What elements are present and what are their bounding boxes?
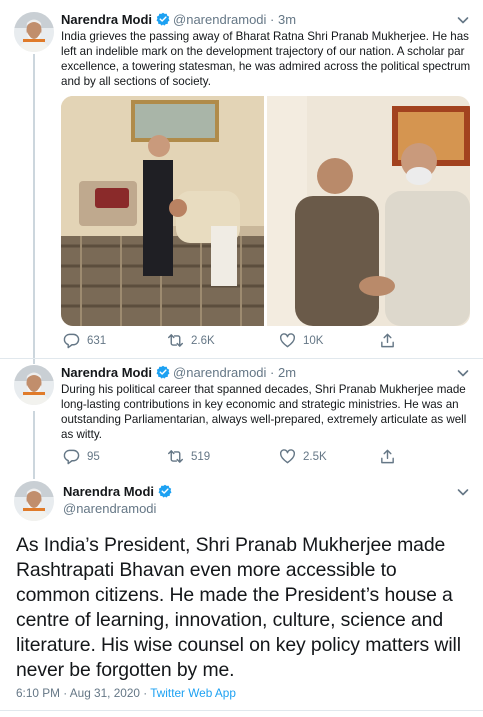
display-name[interactable]: Narendra Modi: [61, 12, 152, 27]
thread-line: [33, 359, 35, 364]
share-button[interactable]: [379, 448, 396, 465]
tweet-source-link[interactable]: Twitter Web App: [150, 686, 236, 700]
retweet-count: 2.6K: [191, 334, 215, 347]
tweet-actions: 95 519 2.5K: [61, 448, 471, 466]
verified-badge-icon: [156, 12, 170, 26]
tweet-time[interactable]: 2m: [278, 365, 296, 380]
tweet-meta: 6:10 PM · Aug 31, 2020 · Twitter Web App: [16, 686, 236, 700]
photo-right[interactable]: [267, 96, 470, 326]
tweet-time[interactable]: 3m: [278, 12, 296, 27]
tweet-text: During his political career that spanned…: [61, 383, 467, 441]
tweet-1[interactable]: Narendra Modi @narendramodi · 3m India gr…: [0, 0, 483, 358]
reply-button[interactable]: 95: [63, 448, 100, 465]
verified-badge-icon: [158, 484, 172, 498]
like-icon: [279, 332, 296, 349]
tweet-actions: 631 2.6K 10K: [61, 332, 471, 350]
handle[interactable]: @narendramodi: [173, 365, 266, 380]
reply-count: 95: [87, 450, 100, 463]
retweet-icon: [167, 448, 184, 465]
retweet-icon: [167, 332, 184, 349]
avatar[interactable]: [14, 365, 54, 405]
share-icon: [379, 332, 396, 349]
tweet-header-handle: @narendramodi: [63, 501, 156, 516]
reply-icon: [63, 448, 80, 465]
tweet-text: India grieves the passing away of Bharat…: [61, 30, 471, 88]
share-icon: [379, 448, 396, 465]
divider: [0, 710, 483, 711]
handle[interactable]: @narendramodi: [173, 12, 266, 27]
chevron-down-icon[interactable]: [455, 365, 471, 381]
tweet-timestamp[interactable]: 6:10 PM · Aug 31, 2020 ·: [16, 686, 150, 700]
tweet-text: As India’s President, Shri Pranab Mukher…: [16, 534, 461, 681]
photo-left[interactable]: [61, 96, 264, 326]
tweet-header-name: Narendra Modi: [63, 484, 175, 499]
reply-button[interactable]: 631: [63, 332, 106, 349]
dot-separator: ·: [266, 12, 278, 27]
like-count: 10K: [303, 334, 324, 347]
display-name[interactable]: Narendra Modi: [61, 365, 152, 380]
like-icon: [279, 448, 296, 465]
handle[interactable]: @narendramodi: [63, 501, 156, 516]
tweet-header: Narendra Modi @narendramodi · 2m: [61, 365, 296, 380]
display-name[interactable]: Narendra Modi: [63, 484, 154, 499]
like-button[interactable]: 10K: [279, 332, 323, 349]
retweet-count: 519: [191, 450, 211, 463]
avatar[interactable]: [14, 12, 54, 52]
tweet-header: Narendra Modi @narendramodi · 3m: [61, 12, 296, 27]
avatar[interactable]: [14, 481, 54, 521]
verified-badge-icon: [156, 365, 170, 379]
thread-line: [33, 471, 35, 479]
share-button[interactable]: [379, 332, 396, 349]
thread-line: [33, 411, 35, 471]
tweet-2[interactable]: Narendra Modi @narendramodi · 2m During h…: [0, 359, 483, 471]
retweet-button[interactable]: 2.6K: [167, 332, 215, 349]
reply-icon: [63, 332, 80, 349]
chevron-down-icon[interactable]: [455, 12, 471, 28]
reply-count: 631: [87, 334, 107, 347]
chevron-down-icon[interactable]: [455, 484, 471, 500]
thread-line: [33, 54, 35, 358]
retweet-button[interactable]: 519: [167, 448, 210, 465]
dot-separator: ·: [266, 365, 278, 380]
tweet-media[interactable]: [61, 96, 470, 326]
like-button[interactable]: 2.5K: [279, 448, 327, 465]
tweet-3[interactable]: Narendra Modi @narendramodi As India’s P…: [0, 471, 483, 717]
like-count: 2.5K: [303, 450, 327, 463]
